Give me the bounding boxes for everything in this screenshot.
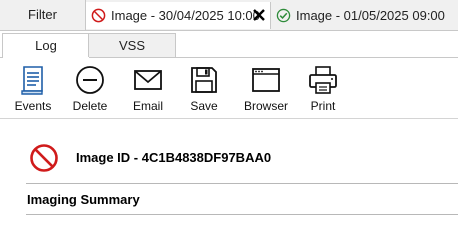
divider <box>26 183 458 184</box>
view-tabs: Log VSS <box>0 31 458 58</box>
tab-log[interactable]: Log <box>2 33 90 58</box>
print-label: Print <box>310 99 336 113</box>
blocked-icon <box>30 144 58 172</box>
email-icon <box>134 70 162 90</box>
browser-label: Browser <box>243 99 288 113</box>
save-button[interactable]: Save <box>181 58 227 116</box>
check-circle-icon <box>276 8 291 23</box>
print-button[interactable]: Print <box>300 58 346 116</box>
events-label: Events <box>14 99 52 113</box>
print-icon <box>309 66 337 94</box>
delete-label: Delete <box>72 99 108 113</box>
image-id-title: Image ID - 4C1B4838DF97BAA0 <box>76 150 272 165</box>
image-tab-1[interactable]: Image - 30/04/2025 10:00 <box>86 2 271 29</box>
tab-vss[interactable]: VSS <box>88 33 176 57</box>
image-tab-2[interactable]: Image - 01/05/2025 09:00 <box>271 2 458 29</box>
email-label: Email <box>132 99 163 113</box>
browser-icon <box>252 68 280 92</box>
image-tab-1-label: Image - 30/04/2025 10:00 <box>111 8 260 23</box>
section-heading: Imaging Summary <box>27 192 140 207</box>
close-icon[interactable] <box>252 8 266 22</box>
blocked-icon <box>91 8 106 23</box>
delete-button[interactable]: Delete <box>67 58 113 116</box>
image-tab-2-label: Image - 01/05/2025 09:00 <box>296 8 445 23</box>
toolbar: Events Delete Email Save Browser Print <box>0 58 458 119</box>
save-label: Save <box>190 99 218 113</box>
delete-icon <box>76 66 104 94</box>
browser-button[interactable]: Browser <box>238 58 294 116</box>
divider <box>26 214 458 215</box>
save-icon <box>191 67 217 93</box>
events-button[interactable]: Events <box>10 58 56 116</box>
email-button[interactable]: Email <box>125 58 171 116</box>
filter-button[interactable]: Filter <box>0 0 86 30</box>
image-tab-bar: Filter Image - 30/04/2025 10:00 Image - … <box>0 0 458 31</box>
events-icon <box>21 66 43 95</box>
log-panel: Image ID - 4C1B4838DF97BAA0 Imaging Summ… <box>0 119 458 217</box>
